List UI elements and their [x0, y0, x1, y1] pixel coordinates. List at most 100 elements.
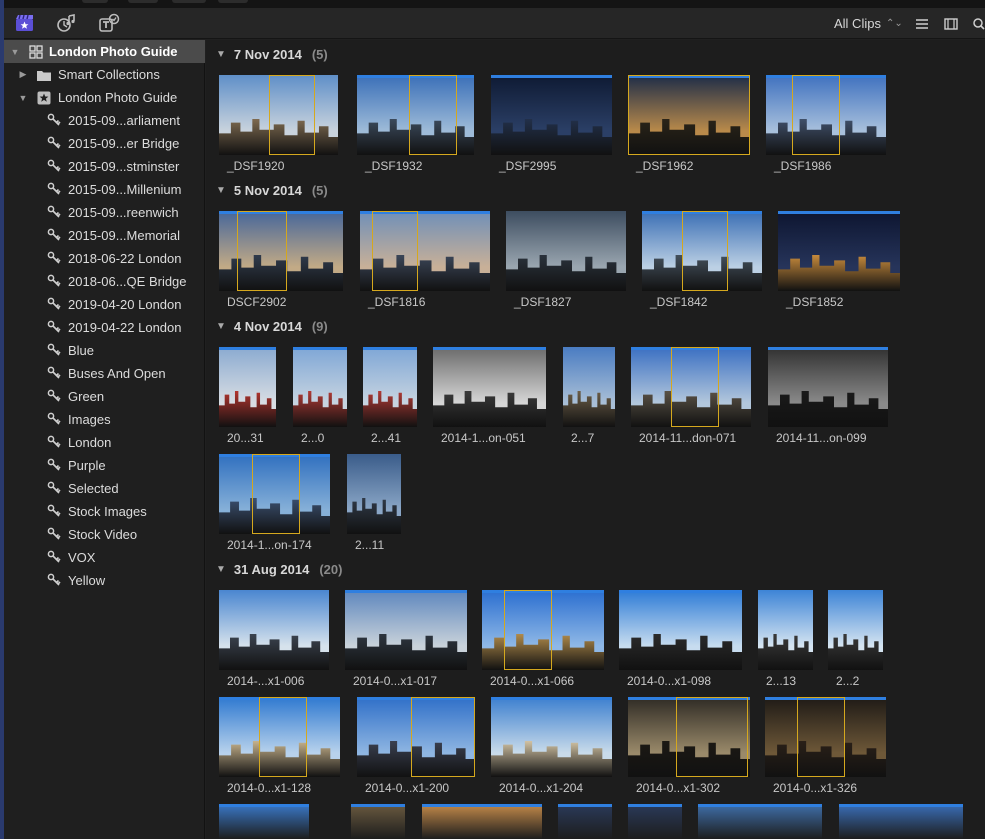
clip-thumbnail[interactable]: [422, 804, 542, 839]
clip-thumbnail[interactable]: [219, 804, 309, 839]
clip-item[interactable]: 2...7: [563, 347, 615, 447]
clip-item[interactable]: 2014-0...x1-200: [357, 697, 475, 797]
clip-thumbnail[interactable]: [698, 804, 822, 839]
sidebar-smart-collections[interactable]: ▶ Smart Collections: [4, 63, 205, 86]
search-icon[interactable]: [972, 17, 985, 30]
sidebar-keyword-collection[interactable]: 2015-09...reenwich: [4, 201, 205, 224]
event-day-header[interactable]: ▼ 5 Nov 2014 (5): [216, 180, 328, 200]
disclosure-triangle-icon[interactable]: ▼: [216, 49, 226, 60]
clip-item[interactable]: 2...11: [347, 454, 401, 554]
sidebar-event[interactable]: ▼ London Photo Guide: [4, 86, 205, 109]
clip-thumbnail[interactable]: [363, 347, 417, 427]
sidebar-keyword-collection[interactable]: Purple: [4, 454, 205, 477]
sidebar-keyword-collection[interactable]: 2015-09...Memorial: [4, 224, 205, 247]
clip-thumbnail[interactable]: [768, 347, 888, 427]
clip-thumbnail[interactable]: [758, 590, 813, 670]
clip-thumbnail[interactable]: [766, 75, 886, 155]
sidebar-keyword-collection[interactable]: Stock Video: [4, 523, 205, 546]
clip-thumbnail[interactable]: [563, 347, 615, 427]
sidebar-keyword-collection[interactable]: Yellow: [4, 569, 205, 592]
clip-item[interactable]: 2014-0...x1-128: [219, 697, 340, 797]
range-selection[interactable]: [259, 697, 307, 777]
clip-thumbnail[interactable]: [642, 211, 762, 291]
clip-item[interactable]: 2014-11...on-099: [768, 347, 888, 447]
clip-item[interactable]: 2014-11...don-071: [631, 347, 751, 447]
clip-thumbnail[interactable]: [619, 590, 742, 670]
disclosure-triangle-icon[interactable]: ▼: [216, 185, 226, 196]
clip-thumbnail[interactable]: [219, 454, 330, 534]
disclosure-triangle-icon[interactable]: ▼: [216, 564, 226, 575]
sidebar-keyword-collection[interactable]: 2015-09...arliament: [4, 109, 205, 132]
clip-item[interactable]: DSCF2902: [219, 211, 343, 311]
clip-thumbnail[interactable]: [628, 75, 750, 155]
clip-thumbnail[interactable]: [219, 75, 338, 155]
event-day-header[interactable]: ▼ 4 Nov 2014 (9): [216, 316, 328, 336]
sidebar-keyword-collection[interactable]: 2018-06...QE Bridge: [4, 270, 205, 293]
clip-filter-dropdown[interactable]: All Clips ⌃⌄: [834, 16, 903, 31]
range-selection[interactable]: [372, 211, 418, 291]
event-day-header[interactable]: ▼ 31 Aug 2014 (20): [216, 559, 342, 579]
sidebar-keyword-collection[interactable]: Selected: [4, 477, 205, 500]
clip-item[interactable]: _DSF1986: [766, 75, 886, 175]
sidebar-keyword-collection[interactable]: 2019-04-22 London: [4, 316, 205, 339]
sidebar-keyword-collection[interactable]: Green: [4, 385, 205, 408]
sidebar-keyword-collection[interactable]: London: [4, 431, 205, 454]
clip-thumbnail[interactable]: [347, 454, 401, 534]
sidebar-keyword-collection[interactable]: 2015-09...Millenium: [4, 178, 205, 201]
clip-thumbnail[interactable]: [293, 347, 347, 427]
clip-item[interactable]: 2014-1...on-051: [433, 347, 546, 447]
filmstrip-toggle-icon[interactable]: [915, 17, 929, 29]
libraries-icon[interactable]: [14, 13, 36, 33]
clip-thumbnail[interactable]: [491, 697, 612, 777]
clip-thumbnail[interactable]: [482, 590, 604, 670]
clip-thumbnail[interactable]: [765, 697, 886, 777]
clip-thumbnail[interactable]: [219, 697, 340, 777]
clip-thumbnail[interactable]: [219, 347, 276, 427]
clip-item[interactable]: _DSF1932: [357, 75, 474, 175]
range-selection[interactable]: [504, 590, 552, 670]
clip-item[interactable]: _DSF1920: [219, 75, 338, 175]
clip-item[interactable]: 2014-0...x1-204: [491, 697, 612, 797]
sidebar-keyword-collection[interactable]: Images: [4, 408, 205, 431]
disclosure-triangle-icon[interactable]: ▶: [18, 69, 28, 80]
clip-thumbnail[interactable]: [778, 211, 900, 291]
clip-item[interactable]: _DSF1962: [628, 75, 750, 175]
clip-thumbnail[interactable]: [360, 211, 490, 291]
clip-item[interactable]: _DSF1827: [506, 211, 626, 311]
disclosure-triangle-icon[interactable]: ▼: [216, 321, 226, 332]
clip-thumbnail[interactable]: [357, 75, 474, 155]
range-selection[interactable]: [628, 75, 750, 155]
clip-item[interactable]: 2...13: [758, 590, 813, 690]
clip-item[interactable]: 2...0: [293, 347, 347, 447]
clip-thumbnail[interactable]: [433, 347, 546, 427]
clip-thumbnail[interactable]: [357, 697, 475, 777]
clip-item[interactable]: 2...41: [363, 347, 417, 447]
clip-item[interactable]: 2014-0...x1-017: [345, 590, 467, 690]
sidebar-keyword-collection[interactable]: Stock Images: [4, 500, 205, 523]
clip-thumbnail[interactable]: [558, 804, 612, 839]
range-selection[interactable]: [409, 75, 457, 155]
clip-thumbnail[interactable]: [219, 211, 343, 291]
clip-thumbnail[interactable]: [628, 697, 750, 777]
clip-thumbnail[interactable]: [839, 804, 963, 839]
disclosure-triangle-icon[interactable]: ▼: [18, 93, 28, 103]
clip-item[interactable]: _DSF1842: [642, 211, 762, 311]
titles-generators-icon[interactable]: [98, 13, 120, 33]
clip-thumbnail[interactable]: [506, 211, 626, 291]
event-day-header[interactable]: ▼ 7 Nov 2014 (5): [216, 44, 328, 64]
sidebar-keyword-collection[interactable]: 2019-04-20 London: [4, 293, 205, 316]
clip-item[interactable]: 2...2: [828, 590, 883, 690]
clip-appearance-icon[interactable]: [944, 17, 958, 30]
clip-thumbnail[interactable]: [628, 804, 682, 839]
photos-audio-icon[interactable]: [56, 13, 78, 33]
range-selection[interactable]: [411, 697, 475, 777]
clip-thumbnail[interactable]: [491, 75, 612, 155]
clip-item[interactable]: 20...31: [219, 347, 276, 447]
clip-item[interactable]: 2014-0...x1-098: [619, 590, 742, 690]
clip-thumbnail[interactable]: [351, 804, 405, 839]
range-selection[interactable]: [269, 75, 315, 155]
range-selection[interactable]: [671, 347, 719, 427]
clip-item[interactable]: _DSF1816: [360, 211, 490, 311]
sidebar-keyword-collection[interactable]: Buses And Open: [4, 362, 205, 385]
sidebar-keyword-collection[interactable]: 2015-09...er Bridge: [4, 132, 205, 155]
